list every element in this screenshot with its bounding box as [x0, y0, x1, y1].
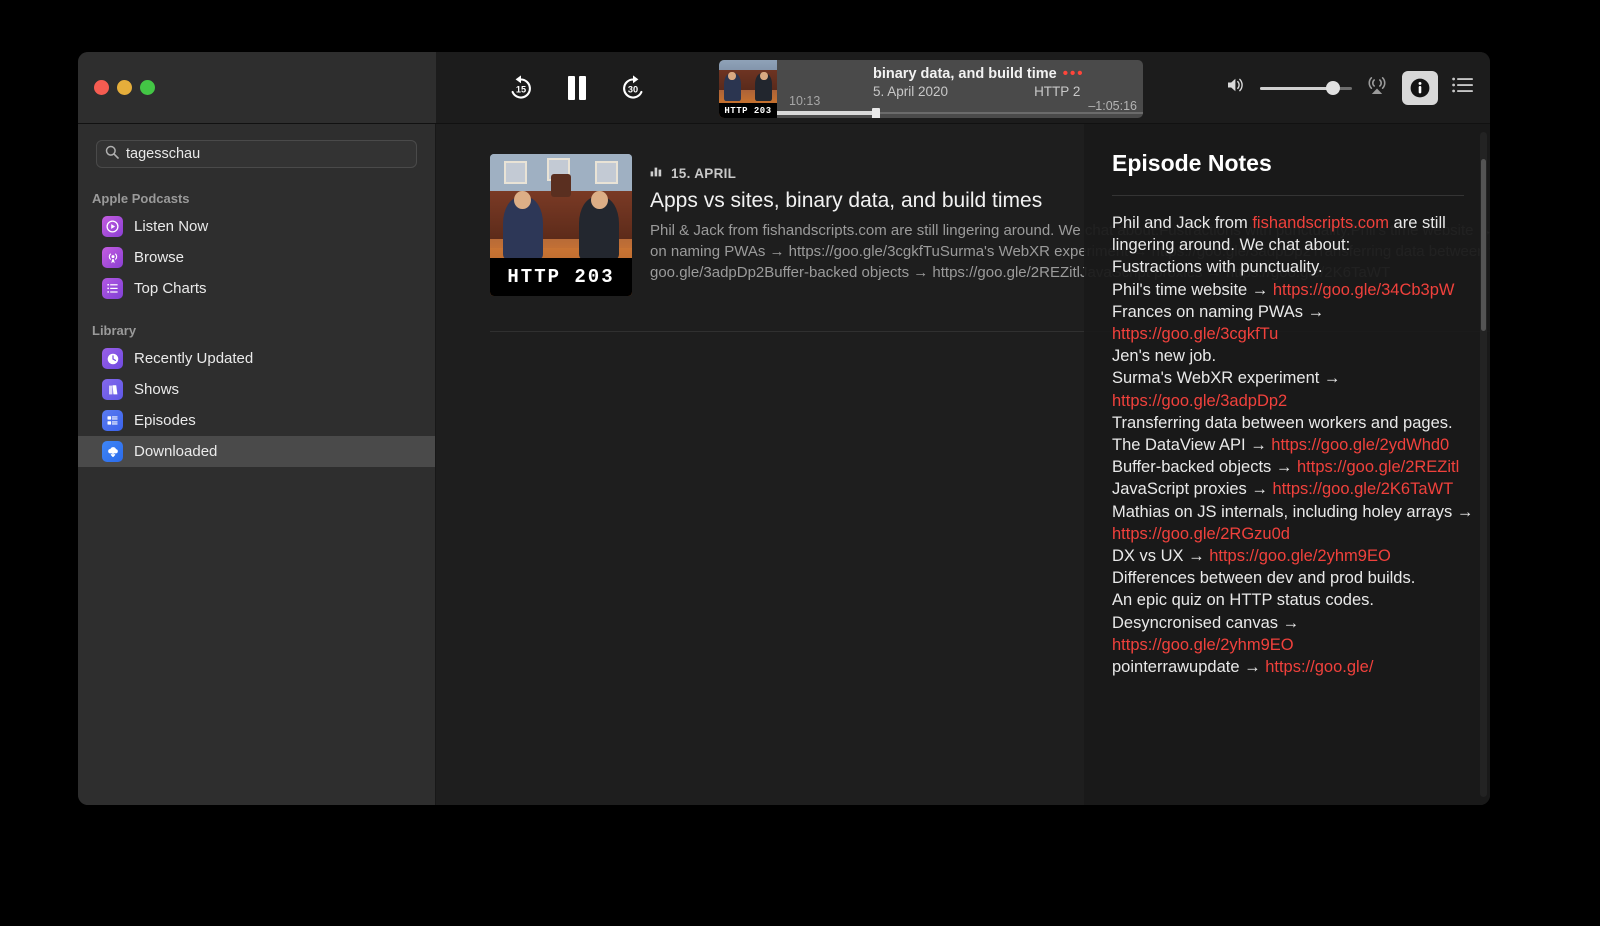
episode-notes-body: Phil and Jack from fishandscripts.com ar…	[1112, 212, 1480, 678]
queue-list-icon[interactable]	[1452, 76, 1474, 99]
notes-text: Desyncronised canvas →	[1112, 613, 1300, 632]
toolbar-right-controls	[1226, 70, 1474, 105]
notes-text: Differences between dev and prod builds.	[1112, 569, 1416, 588]
notes-text: JavaScript proxies →	[1112, 480, 1273, 499]
skip-back-15-icon[interactable]: 15	[504, 71, 538, 105]
sidebar-item-label: Recently Updated	[134, 350, 254, 367]
notes-scrollbar[interactable]	[1480, 132, 1487, 797]
notes-text: Phil and Jack from	[1112, 214, 1253, 232]
transport-controls: 15 30	[504, 71, 650, 105]
section-header-apple-podcasts: Apple Podcasts	[92, 191, 190, 206]
svg-text:15: 15	[516, 84, 526, 94]
sidebar-item-label: Episodes	[134, 412, 196, 429]
sidebar-item-top-charts[interactable]: Top Charts	[78, 273, 435, 304]
notes-link[interactable]: https://goo.gle/2ydWhd0	[1271, 436, 1449, 454]
notes-text: The DataView API →	[1112, 436, 1272, 455]
episode-date: 15. APRIL	[671, 165, 737, 181]
notes-text: Surma's WebXR experiment →	[1112, 369, 1341, 388]
notes-link[interactable]: https://goo.gle/2yhm9EO	[1209, 547, 1391, 565]
notes-link[interactable]: https://goo.gle/3cgkfTu	[1112, 325, 1278, 343]
window-controls	[78, 52, 436, 123]
search-input[interactable]	[126, 146, 408, 162]
notes-link[interactable]: https://goo.gle/3adpDp2	[1112, 392, 1287, 410]
sidebar-item-browse[interactable]: Browse	[78, 242, 435, 273]
chart-bars-icon	[650, 164, 664, 182]
listen-now-icon	[102, 216, 123, 237]
notes-text: Phil's time website →	[1112, 280, 1273, 299]
now-playing-artwork-label: HTTP 203	[719, 103, 777, 118]
search-field[interactable]	[96, 140, 417, 168]
volume-slider[interactable]	[1260, 80, 1352, 96]
sidebar-item-recently-updated[interactable]: Recently Updated	[78, 343, 435, 374]
notes-text: Fustractions with punctuality.	[1112, 258, 1323, 277]
sidebar-item-listen-now[interactable]: Listen Now	[78, 211, 435, 242]
notes-text: Buffer-backed objects →	[1112, 458, 1297, 477]
notes-link[interactable]: https://goo.gle/2yhm9EO	[1112, 636, 1294, 654]
sidebar-item-label: Listen Now	[134, 218, 209, 235]
notes-link[interactable]: https://goo.gle/2K6TaWT	[1272, 480, 1453, 498]
content-area: HTTP 203 15. APRIL Apps vs sites, binary…	[436, 124, 1490, 805]
shows-icon	[102, 379, 123, 400]
notes-text: DX vs UX →	[1112, 547, 1210, 566]
episode-notes-title: Episode Notes	[1112, 150, 1464, 196]
svg-text:30: 30	[628, 84, 638, 94]
sidebar-item-label: Top Charts	[134, 280, 207, 297]
sidebar-item-label: Shows	[134, 381, 180, 398]
now-playing-info: binary data, and build time ••• 5. April…	[777, 60, 1143, 118]
notes-link[interactable]: https://goo.gle/2REZitl	[1297, 458, 1459, 476]
now-playing-widget[interactable]: HTTP 203 binary data, and build time •••…	[719, 60, 1143, 118]
sidebar-item-episodes[interactable]: Episodes	[78, 405, 435, 436]
close-button[interactable]	[94, 80, 109, 95]
notes-link[interactable]: fishandscripts.com	[1252, 214, 1389, 232]
volume-icon[interactable]	[1226, 76, 1246, 99]
episode-artwork: HTTP 203	[490, 154, 632, 296]
airplay-icon[interactable]	[1366, 75, 1388, 100]
now-playing-title: binary data, and build time	[873, 65, 1057, 82]
notes-scrollbar-thumb[interactable]	[1481, 158, 1486, 332]
elapsed-time: 10:13	[789, 94, 821, 108]
section-header-library: Library	[92, 323, 137, 338]
notes-text: Frances on naming PWAs →	[1112, 302, 1325, 321]
browse-icon	[102, 247, 123, 268]
sidebar: Apple Podcasts Listen Now	[78, 124, 436, 805]
notes-text: pointerrawupdate →	[1112, 658, 1266, 677]
toolbar: 15 30 HTTP 203 binary data, and build ti…	[78, 52, 1490, 124]
now-playing-artwork: HTTP 203	[719, 60, 777, 118]
window-body: Apple Podcasts Listen Now	[78, 124, 1490, 805]
skip-forward-30-icon[interactable]: 30	[616, 71, 650, 105]
notes-text: Transferring data between workers and pa…	[1112, 413, 1453, 432]
search-icon	[105, 145, 119, 164]
now-playing-date: 5. April 2020	[873, 84, 949, 99]
sidebar-item-label: Downloaded	[134, 443, 218, 460]
notes-link[interactable]: https://goo.gle/2RGzu0d	[1112, 525, 1290, 543]
zoom-button[interactable]	[140, 80, 155, 95]
notes-text: An epic quiz on HTTP status codes.	[1112, 591, 1374, 610]
top-charts-icon	[102, 278, 123, 299]
notes-link[interactable]: https://goo.gle/	[1265, 658, 1373, 676]
clock-icon	[102, 348, 123, 369]
now-playing-show: HTTP 2	[1034, 84, 1081, 99]
notes-text: Mathias on JS internals, including holey…	[1112, 502, 1474, 521]
notes-text: Jen's new job.	[1112, 347, 1217, 366]
sidebar-item-downloaded[interactable]: Downloaded	[78, 436, 435, 467]
playback-scrubber[interactable]	[777, 108, 1143, 118]
download-cloud-icon	[102, 441, 123, 462]
episode-artwork-label: HTTP 203	[490, 258, 632, 296]
episodes-icon	[102, 410, 123, 431]
episode-info-button[interactable]	[1402, 70, 1438, 105]
podcasts-window: 15 30 HTTP 203 binary data, and build ti…	[78, 52, 1490, 805]
notes-link[interactable]: https://goo.gle/34Cb3pW	[1273, 281, 1455, 299]
now-playing-more-icon[interactable]: •••	[1063, 65, 1085, 82]
sidebar-item-label: Browse	[134, 249, 185, 266]
minimize-button[interactable]	[117, 80, 132, 95]
sidebar-item-shows[interactable]: Shows	[78, 374, 435, 405]
pause-button[interactable]	[560, 71, 594, 105]
episode-notes-panel: Episode Notes Phil and Jack from fishand…	[1084, 124, 1490, 805]
